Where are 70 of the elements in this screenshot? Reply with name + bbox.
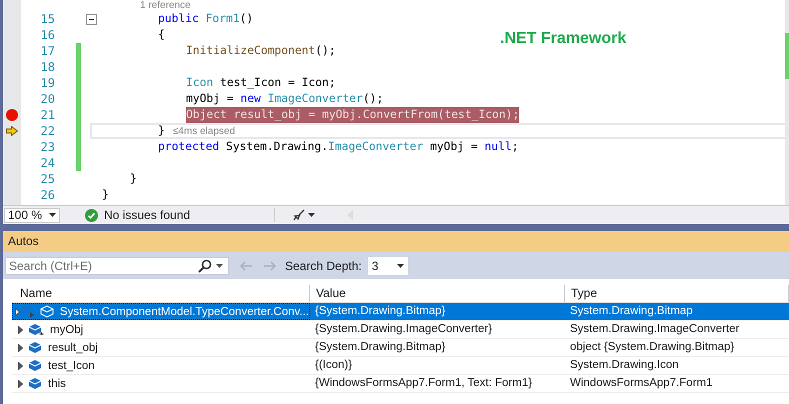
type-cell-text: System.Drawing.Bitmap	[569, 304, 694, 319]
variable-icon	[28, 341, 42, 354]
panel-title: Autos	[3, 231, 789, 252]
value-cell-text: {System.Drawing.ImageConverter}	[314, 322, 494, 337]
zoom-dropdown[interactable]: 100 %	[4, 208, 60, 222]
breakpoint-icon[interactable]	[6, 109, 18, 121]
line-number: 16	[40, 28, 55, 42]
variable-name[interactable]: test_Icon	[48, 358, 95, 374]
brush-icon	[293, 209, 306, 221]
search-icon	[198, 258, 212, 272]
code-line: public Form1()	[158, 11, 254, 27]
line-number: 21	[40, 108, 55, 122]
object-icon	[40, 305, 54, 318]
type-cell-text: System.Drawing.Icon	[569, 358, 680, 373]
code-line: InitializeComponent();	[186, 43, 336, 59]
column-header[interactable]: Type	[565, 285, 789, 302]
code-line: }	[102, 187, 109, 203]
codelens-link[interactable]: 1 reference	[140, 0, 191, 11]
line-number: 22	[40, 124, 55, 138]
code-line: Icon test_Icon = Icon;	[186, 75, 336, 91]
search-depth-label: Search Depth:	[285, 258, 362, 272]
line-number: 19	[40, 76, 55, 90]
type-cell-text: WindowsFormsApp7.Form1	[569, 376, 714, 391]
caret-icon	[308, 213, 316, 217]
variable-name[interactable]: myObj	[50, 322, 84, 338]
type-cell-text: System.Drawing.ImageConverter	[569, 322, 740, 337]
variable-icon	[28, 377, 42, 390]
annotation-text: .NET Framework	[500, 30, 626, 48]
code-line: myObj = new ImageConverter();	[186, 91, 384, 107]
issues-status: No issues found	[104, 208, 190, 222]
expand-icon[interactable]	[18, 362, 22, 370]
line-number: 23	[40, 140, 55, 154]
code-line: }	[130, 171, 137, 187]
field-icon	[28, 323, 44, 336]
variable-name[interactable]: System.ComponentModel.TypeConverter.Conv...	[60, 304, 309, 319]
type-cell-text: object {System.Drawing.Bitmap}	[569, 340, 736, 355]
column-header[interactable]: Value	[310, 285, 565, 302]
code-line: }	[158, 123, 165, 139]
value-cell-text: {WindowsFormsApp7.Form1, Text: Form1}	[314, 376, 534, 391]
return-value-icon	[22, 306, 36, 318]
value-cell-text: {(Icon)}	[314, 358, 354, 373]
caret-icon	[396, 264, 404, 268]
line-number: 24	[40, 156, 55, 170]
line-number: 17	[40, 44, 55, 58]
line-number: 18	[40, 60, 55, 74]
variable-name[interactable]: result_obj	[48, 340, 98, 356]
variable-icon	[28, 359, 42, 372]
check-icon	[85, 208, 98, 222]
expand-icon[interactable]	[18, 326, 22, 334]
line-number: 15	[40, 12, 55, 26]
search-depth-dropdown[interactable]: 3	[368, 256, 408, 274]
perf-tip[interactable]: ≤4ms elapsed	[172, 126, 235, 136]
caret-icon	[216, 264, 223, 268]
variable-name[interactable]: this	[48, 376, 66, 392]
collapse-icon[interactable]	[86, 14, 97, 24]
line-number: 20	[40, 92, 55, 106]
selected-row-highlight[interactable]: System.ComponentModel.TypeConverter.Conv...	[12, 303, 310, 320]
code-cleanup-button[interactable]	[291, 209, 318, 221]
value-cell-text: {System.Drawing.Bitmap}	[314, 304, 446, 319]
expand-icon[interactable]	[18, 344, 22, 352]
expand-icon[interactable]	[14, 308, 20, 316]
code-line: {	[158, 27, 165, 43]
column-header[interactable]: Name	[12, 285, 310, 302]
line-number: 26	[40, 188, 55, 202]
caret-icon	[49, 213, 56, 217]
code-line: protected System.Drawing.ImageConverter myObj = null;	[158, 139, 519, 155]
search-field[interactable]: Search (Ctrl+E)	[5, 256, 229, 274]
line-number: 25	[40, 172, 55, 186]
expand-icon[interactable]	[18, 380, 22, 388]
value-cell-text: {System.Drawing.Bitmap}	[314, 340, 446, 355]
